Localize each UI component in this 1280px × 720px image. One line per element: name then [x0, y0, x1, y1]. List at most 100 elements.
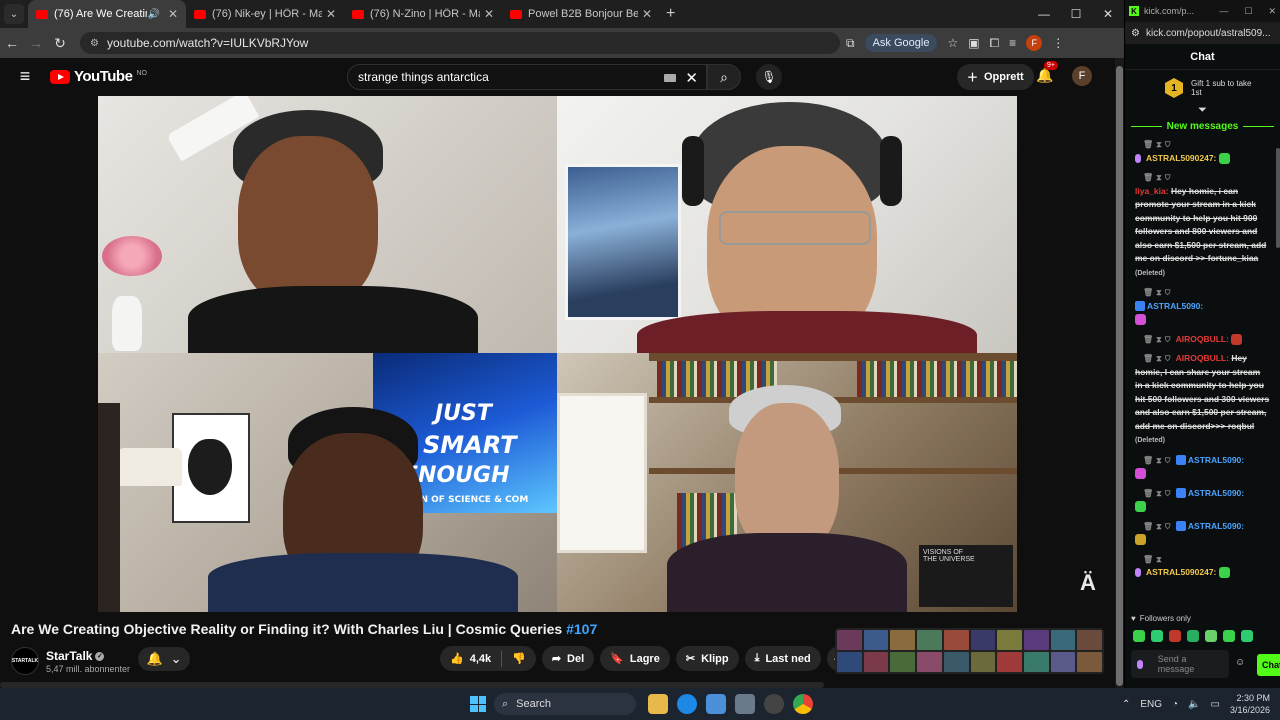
- chat-message[interactable]: 🗑⧗⛉ ASTRAL5090:: [1125, 284, 1280, 331]
- chat-username[interactable]: ASTRAL5090247:: [1146, 153, 1216, 163]
- chat-message[interactable]: 🗑⧗⛉ AIROQBULL:: [1125, 331, 1280, 351]
- tab-search-button[interactable]: ⌄: [4, 4, 24, 24]
- ask-google-button[interactable]: Ask Google: [864, 34, 938, 52]
- speaker-icon[interactable]: 🔊: [147, 9, 159, 20]
- language-indicator[interactable]: ENG: [1140, 699, 1162, 710]
- emote-icon[interactable]: [1133, 630, 1145, 642]
- video-player[interactable]: Ni Ce JUST SMART ENOUGH SION OF SCIENCE …: [98, 96, 1017, 612]
- download-button[interactable]: ⤓ Last ned: [744, 646, 821, 671]
- browser-tab-1[interactable]: (76) Are We Creating Objec 🔊 ✕: [28, 0, 186, 28]
- close-tab-icon[interactable]: ✕: [484, 7, 494, 21]
- channel-watermark-icon[interactable]: Ä: [1080, 570, 1096, 596]
- reading-list-icon[interactable]: ≡: [1009, 36, 1016, 50]
- bookmark-star-icon[interactable]: ☆: [947, 36, 958, 50]
- like-button[interactable]: 👍 4,4k: [440, 646, 501, 671]
- chat-message[interactable]: 🗑⧗⛉ AIROQBULL: Hey homie, I can share yo…: [1125, 350, 1280, 452]
- new-tab-icon[interactable]: +: [666, 5, 675, 23]
- search-button[interactable]: ⌕: [707, 64, 741, 90]
- emote-picker-icon[interactable]: ☺: [1235, 657, 1245, 668]
- search-input[interactable]: strange things antarctica ✕: [347, 64, 707, 90]
- mod-actions-icon[interactable]: 🗑⧗⛉: [1143, 138, 1270, 152]
- windows-start-icon[interactable]: [470, 696, 486, 712]
- mod-actions-icon[interactable]: 🗑⧗⛉: [1143, 335, 1174, 344]
- chat-message[interactable]: 🗑⧗⛉ liya_kia: Hey homie, i can promote y…: [1125, 169, 1280, 284]
- emote-icon[interactable]: [1241, 630, 1253, 642]
- related-thumbnail-strip[interactable]: [835, 628, 1104, 674]
- wifi-icon[interactable]: ◔: [1172, 699, 1178, 710]
- save-button[interactable]: 🔖 Lagre: [600, 646, 670, 671]
- reload-icon[interactable]: ↻: [48, 35, 72, 52]
- keyboard-icon[interactable]: [664, 74, 676, 82]
- emote-icon[interactable]: [1151, 630, 1163, 642]
- close-tab-icon[interactable]: ✕: [326, 7, 336, 21]
- site-info-icon[interactable]: ⚙: [1131, 28, 1140, 39]
- chevron-up-icon[interactable]: ⌃: [1122, 699, 1130, 710]
- create-button[interactable]: ＋ Opprett: [957, 64, 1034, 90]
- scrollbar-thumb[interactable]: [1116, 66, 1123, 686]
- chrome-icon[interactable]: [793, 694, 813, 714]
- new-messages-divider[interactable]: New messages: [1125, 117, 1280, 136]
- browser-menu-icon[interactable]: ⋮: [1052, 36, 1064, 50]
- maximize-icon[interactable]: ☐: [1060, 0, 1092, 28]
- browser-tab-4[interactable]: Powel B2B Bonjour Ben | HÖR ✕: [502, 0, 660, 28]
- close-window-icon[interactable]: ✕: [1268, 6, 1276, 17]
- channel-avatar[interactable]: STARTALK: [11, 647, 39, 675]
- page-scrollbar[interactable]: [1115, 58, 1124, 688]
- hashtag-link[interactable]: #107: [566, 621, 597, 637]
- chat-message[interactable]: 🗑⧗⛉ ASTRAL5090:: [1125, 518, 1280, 551]
- close-tab-icon[interactable]: ✕: [642, 7, 652, 21]
- chat-send-button[interactable]: Chat: [1257, 654, 1280, 676]
- chat-message[interactable]: 🗑⧗⛉ ASTRAL5090:: [1125, 485, 1280, 518]
- chat-message[interactable]: 🗑⧗⛉ ASTRAL5090:: [1125, 452, 1280, 485]
- profile-avatar[interactable]: F: [1026, 35, 1043, 51]
- gift-leaderboard[interactable]: 1 Gift 1 sub to take 1st: [1125, 70, 1280, 102]
- chat-filter-icon[interactable]: ⏷: [1125, 104, 1280, 117]
- site-info-icon[interactable]: ⚙: [90, 38, 99, 49]
- mod-actions-icon[interactable]: 🗑⧗⛉: [1143, 456, 1174, 465]
- file-explorer-icon[interactable]: [648, 694, 668, 714]
- chat-username[interactable]: AIROQBULL:: [1176, 353, 1229, 363]
- minimize-icon[interactable]: —: [1028, 0, 1060, 28]
- url-bar[interactable]: ⚙ youtube.com/watch?v=IULKVbRJYow: [80, 32, 840, 54]
- chat-message-input[interactable]: Send a message: [1131, 650, 1229, 678]
- chat-message[interactable]: 🗑⧗⛉ ASTRAL5090247:: [1125, 136, 1280, 169]
- subscribed-bell-button[interactable]: 🔔 ⌄: [138, 647, 190, 671]
- chat-username[interactable]: ASTRAL5090:: [1147, 301, 1203, 311]
- edge-icon[interactable]: [677, 694, 697, 714]
- emote-icon[interactable]: [1187, 630, 1199, 642]
- clock[interactable]: 2:30 PM 3/16/2026: [1230, 692, 1270, 716]
- chat-username[interactable]: ASTRAL5090247:: [1146, 567, 1216, 577]
- close-window-icon[interactable]: ✕: [1092, 0, 1124, 28]
- app-icon[interactable]: [735, 694, 755, 714]
- chat-username[interactable]: ASTRAL5090:: [1188, 488, 1244, 498]
- browser-tab-2[interactable]: (76) Nik-ey | HÖR - March 16 / ✕: [186, 0, 344, 28]
- chat-username[interactable]: AIROQBULL:: [1176, 334, 1229, 344]
- mod-actions-icon[interactable]: 🗑⧗: [1143, 553, 1270, 567]
- close-tab-icon[interactable]: ✕: [168, 7, 178, 21]
- mod-actions-icon[interactable]: 🗑⧗⛉: [1143, 489, 1174, 498]
- mod-actions-icon[interactable]: 🗑⧗⛉: [1143, 286, 1270, 300]
- extensions-icon[interactable]: ⧠: [990, 36, 1000, 51]
- forward-icon[interactable]: →: [24, 35, 48, 51]
- emote-icon[interactable]: [1169, 630, 1181, 642]
- youtube-logo[interactable]: YouTube NO: [50, 68, 147, 85]
- mod-actions-icon[interactable]: 🗑⧗⛉: [1143, 522, 1174, 531]
- app-icon[interactable]: [764, 694, 784, 714]
- chat-username[interactable]: ASTRAL5090:: [1188, 521, 1244, 531]
- save-page-icon[interactable]: ▣: [968, 36, 979, 50]
- chat-scrollbar[interactable]: [1276, 148, 1280, 248]
- mod-actions-icon[interactable]: 🗑⧗⛉: [1143, 354, 1174, 363]
- chat-message[interactable]: 🗑⧗ ASTRAL5090247:: [1125, 551, 1280, 584]
- emote-icon[interactable]: [1205, 630, 1217, 642]
- browser-tab-3[interactable]: (76) N-Zino | HÖR - March 16 / ✕: [344, 0, 502, 28]
- dislike-button[interactable]: 👎: [502, 646, 536, 671]
- emote-icon[interactable]: [1223, 630, 1235, 642]
- clear-search-icon[interactable]: ✕: [685, 69, 698, 87]
- minimize-icon[interactable]: —: [1219, 6, 1228, 17]
- chat-username[interactable]: ASTRAL5090:: [1188, 455, 1244, 465]
- install-app-icon[interactable]: ⧉: [846, 36, 855, 51]
- taskbar-search[interactable]: ⌕ Search: [494, 693, 636, 715]
- volume-icon[interactable]: 🔈: [1188, 699, 1200, 710]
- mod-actions-icon[interactable]: 🗑⧗⛉: [1143, 171, 1270, 185]
- maximize-icon[interactable]: ☐: [1244, 6, 1252, 17]
